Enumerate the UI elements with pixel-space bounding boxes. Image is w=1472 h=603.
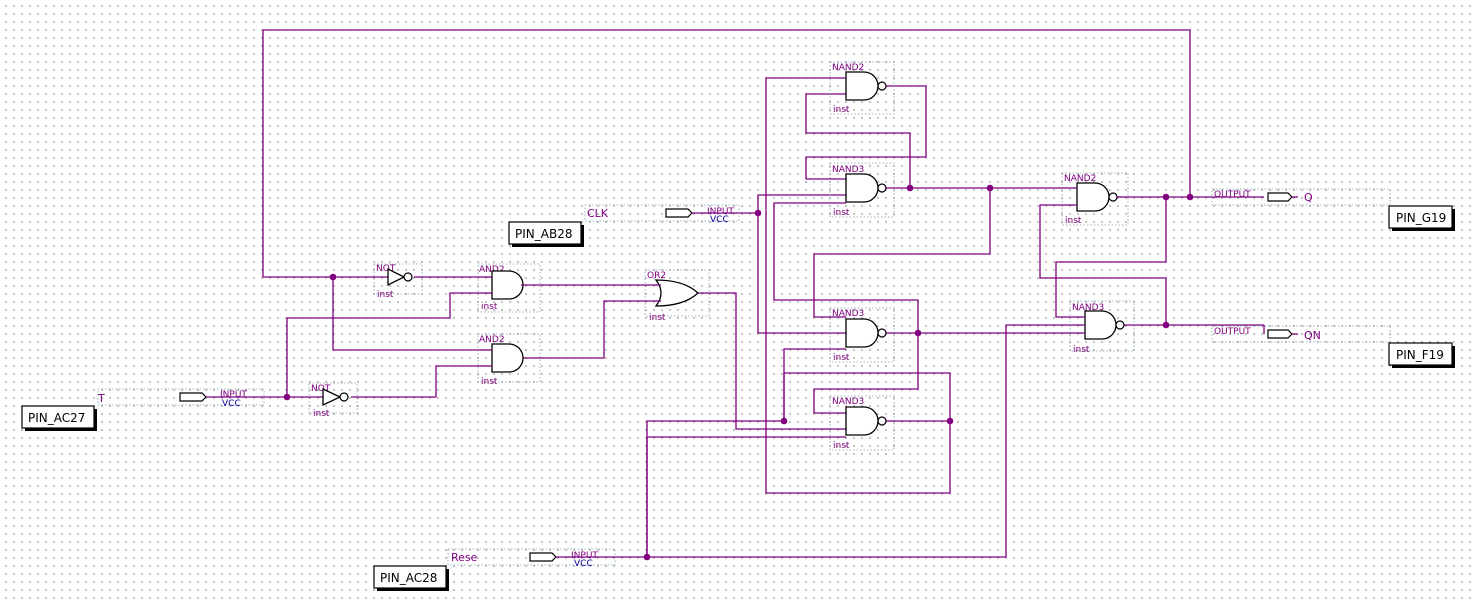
instance-label: inst — [649, 313, 666, 323]
schematic-canvas[interactable]: T INPUT VCC PIN_AC27 CLK INPUT VCC PIN_A… — [0, 0, 1472, 603]
wire-q-feedback[interactable] — [262, 29, 1191, 278]
nand-gate-icon — [845, 406, 879, 436]
nand-gate-3[interactable]: NAND3 inst — [829, 307, 895, 363]
pin-name-t: PIN_AC27 — [28, 411, 85, 425]
and-gate-1[interactable]: AND2 inst — [477, 263, 541, 313]
pin-name-clk: PIN_AB28 — [515, 227, 572, 241]
pin-assignment-clk[interactable]: PIN_AB28 — [508, 221, 584, 247]
io-vcc-label: VCC — [574, 559, 593, 569]
wire-and2-to-or[interactable] — [521, 300, 654, 359]
instance-label: inst — [313, 409, 330, 419]
junction-dot — [1162, 321, 1170, 329]
input-pin-reset[interactable]: Rese INPUT VCC — [447, 548, 616, 569]
input-pin-clk[interactable]: CLK INPUT VCC — [584, 204, 740, 225]
instance-label: inst — [833, 208, 850, 218]
signal-name-clk: CLK — [587, 207, 609, 220]
output-pin-qn[interactable]: OUTPUT QN — [1211, 325, 1391, 343]
and-gate-icon — [491, 270, 524, 300]
output-arrow-icon — [1267, 329, 1293, 339]
junction-dot — [329, 273, 337, 281]
or-gate-icon — [654, 279, 699, 307]
gate-type-label: NAND3 — [832, 309, 864, 319]
wire-reset-to-nand6[interactable] — [647, 324, 1075, 558]
and-gate-icon — [491, 343, 524, 373]
not-gate-1[interactable]: NOT inst — [373, 263, 423, 300]
output-arrow-icon — [1267, 192, 1293, 202]
wire-reset-to-nand4b[interactable] — [646, 436, 846, 557]
instance-label: inst — [833, 353, 850, 363]
inverter-bubble-icon — [1108, 192, 1118, 202]
not-gate-icon — [387, 267, 406, 287]
junction-dot — [986, 184, 994, 192]
wire-reset-to-nand4[interactable] — [646, 420, 784, 557]
junction-dot — [283, 393, 291, 401]
instance-label: inst — [481, 377, 498, 387]
instance-label: inst — [1073, 345, 1090, 355]
nand-gate-4[interactable]: NAND3 inst — [829, 395, 895, 451]
inverter-bubble-icon — [877, 183, 887, 193]
io-type-label: OUTPUT — [1214, 190, 1251, 200]
wires — [262, 29, 1264, 558]
junction-dot — [1186, 193, 1194, 201]
nand-gate-icon — [845, 173, 879, 203]
junction-dot — [906, 184, 914, 192]
io-type-label: OUTPUT — [1214, 327, 1251, 337]
pin-assignment-reset[interactable]: PIN_AC28 — [373, 565, 449, 591]
input-arrow-icon — [179, 392, 207, 402]
pin-assignment-qn[interactable]: PIN_F19 — [1388, 342, 1455, 368]
output-pin-q[interactable]: OUTPUT Q — [1211, 188, 1391, 206]
signal-name-reset: Rese — [451, 551, 478, 564]
io-vcc-label: VCC — [710, 215, 729, 225]
junction-dot — [780, 417, 788, 425]
input-pin-t[interactable]: T INPUT VCC — [97, 388, 265, 409]
instance-label: inst — [833, 105, 850, 115]
wire-not2-out[interactable] — [351, 365, 478, 398]
instance-label: inst — [1065, 216, 1082, 226]
input-arrow-icon — [529, 552, 557, 562]
wire-q-to-and2[interactable] — [332, 277, 478, 351]
nand-gate-icon — [845, 318, 879, 348]
pin-assignment-q[interactable]: PIN_G19 — [1388, 205, 1455, 231]
not-gate-icon — [322, 387, 342, 407]
not-gate-2[interactable]: NOT inst — [308, 382, 358, 419]
junction-dot — [946, 417, 954, 425]
instance-label: inst — [377, 290, 394, 300]
inverter-bubble-icon — [877, 416, 887, 426]
junction-dot — [914, 329, 922, 337]
pin-name-reset: PIN_AC28 — [380, 571, 437, 585]
instance-label: inst — [833, 441, 850, 451]
junction-dot — [1162, 193, 1170, 201]
wire-q-to-nand6[interactable] — [1055, 197, 1167, 318]
input-arrow-icon — [665, 208, 693, 218]
nand-gate-5[interactable]: NAND2 inst — [1061, 172, 1129, 226]
signal-name-qn: QN — [1304, 329, 1321, 342]
inverter-bubble-icon — [877, 81, 887, 91]
io-vcc-label: VCC — [222, 399, 241, 409]
inverter-bubble-icon — [339, 392, 349, 402]
signal-name-t: T — [97, 392, 105, 405]
nand-gate-icon — [1076, 182, 1110, 212]
junction-dot — [643, 553, 651, 561]
signal-name-q: Q — [1304, 191, 1313, 204]
inverter-bubble-icon — [1115, 320, 1125, 330]
junctions — [283, 184, 1194, 561]
inverter-bubble-icon — [877, 328, 887, 338]
and-gate-2[interactable]: AND2 inst — [477, 333, 541, 387]
wire-or-out[interactable] — [698, 292, 846, 430]
nand-gate-6[interactable]: NAND3 inst — [1069, 300, 1135, 355]
gate-type-label: NAND3 — [832, 397, 864, 407]
junction-dot — [754, 209, 762, 217]
inverter-bubble-icon — [403, 272, 413, 282]
pin-name-q: PIN_G19 — [1396, 211, 1446, 225]
or-gate[interactable]: OR2 inst — [644, 269, 710, 323]
instance-label: inst — [481, 302, 498, 312]
nand-gate-icon — [1084, 310, 1117, 340]
pin-assignment-t[interactable]: PIN_AC27 — [21, 405, 97, 431]
wire-t-to-and1[interactable] — [286, 292, 478, 397]
nand-gate-2[interactable]: NAND3 inst — [829, 162, 895, 218]
pin-name-qn: PIN_F19 — [1396, 348, 1444, 362]
nand-gate-icon — [845, 71, 879, 101]
nand-gate-1[interactable]: NAND2 inst — [829, 61, 895, 115]
